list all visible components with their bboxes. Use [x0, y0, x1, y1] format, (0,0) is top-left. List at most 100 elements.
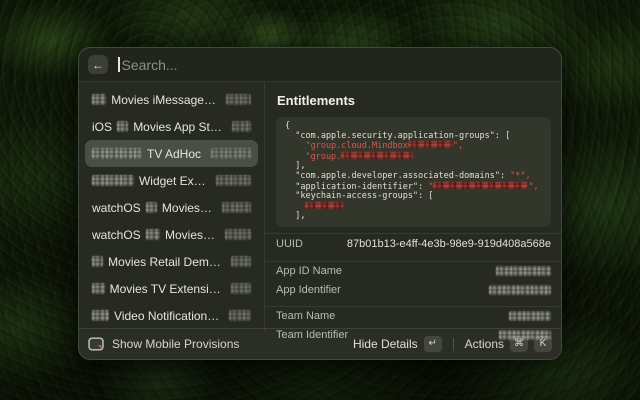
details-panel: Entitlements { "com.apple.security.appli…: [265, 82, 561, 331]
search-bar: ← Search...: [79, 48, 561, 82]
text-caret: [118, 57, 120, 72]
list-item-prefix: iOS: [92, 120, 112, 134]
code-line: ],: [285, 212, 542, 222]
redacted-text: [433, 182, 528, 189]
redacted-text: [117, 121, 128, 132]
extension-label: Show Mobile Provisions: [112, 337, 239, 351]
redacted-text: [341, 152, 413, 159]
code-token: "com.apple.security.application-groups": [285, 131, 495, 141]
arrow-left-icon: ←: [92, 58, 104, 72]
code-line: "keychain-access-groups": [: [285, 192, 542, 202]
code-token: ",: [453, 141, 463, 151]
entitlements-code: { "com.apple.security.application-groups…: [276, 117, 551, 227]
code-token: "com.apple.developer.associated-domains": [285, 171, 500, 181]
redacted-text: [509, 311, 551, 321]
redacted-text: [232, 121, 251, 132]
list-item-label: Video Notification…: [114, 309, 219, 323]
list-item[interactable]: Movies TV Extensi…: [85, 275, 258, 302]
metadata-row: App ID Name: [276, 262, 551, 281]
redacted-text: [211, 148, 251, 159]
back-button[interactable]: ←: [88, 55, 108, 74]
list-item[interactable]: Movies iMessage…: [85, 86, 258, 113]
list-item-label: Movies…: [162, 201, 212, 215]
list-item-label: Movies Retail Dem…: [108, 255, 221, 269]
return-key-icon: ↵: [424, 336, 442, 352]
list-item-label: Widget Ex…: [139, 174, 206, 188]
metadata-value: 87b01b13-e4ff-4e3b-98e9-919d408a568e: [347, 238, 551, 250]
metadata-label: App ID Name: [276, 265, 342, 277]
metadata-label: Team Name: [276, 310, 335, 322]
provision-list: Movies iMessage… iOS Movies App St… TV AdHo…: [79, 82, 264, 331]
command-key-icon: ⌘: [510, 336, 528, 352]
mobile-provisions-icon: [88, 337, 104, 351]
redacted-text: [225, 229, 251, 240]
redacted-text: [146, 202, 157, 213]
code-token: "group.: [285, 152, 341, 162]
list-item[interactable]: watchOS Movies…: [85, 221, 258, 248]
action-bar: Show Mobile Provisions Hide Details ↵ Ac…: [79, 328, 561, 359]
list-item-label: Movies iMessage…: [111, 93, 216, 107]
list-item[interactable]: Widget Ex…: [85, 167, 258, 194]
list-item[interactable]: Video Notification…: [85, 302, 258, 329]
code-line: [285, 202, 542, 213]
code-token: :: [418, 182, 428, 192]
extension-info: Show Mobile Provisions: [88, 337, 353, 351]
redacted-text: [226, 94, 251, 105]
k-key-icon: K: [534, 336, 552, 352]
list-item[interactable]: watchOS Movies…: [85, 194, 258, 221]
list-item-label: Movies TV Extensi…: [110, 282, 221, 296]
redacted-text: [92, 148, 142, 159]
search-input[interactable]: Search...: [122, 57, 178, 73]
list-item-label: Movies App St…: [133, 120, 222, 134]
footer-separator: [453, 338, 454, 351]
code-token: "keychain-access-groups": [285, 191, 418, 201]
code-line: "com.apple.developer.associated-domains"…: [285, 172, 542, 182]
redacted-text: [92, 256, 103, 267]
redacted-text: [146, 229, 160, 240]
actions-button[interactable]: Actions: [465, 337, 504, 351]
list-item[interactable]: iOS Movies App St…: [85, 113, 258, 140]
code-token: ],: [285, 211, 305, 221]
redacted-text: [222, 202, 251, 213]
code-token: : [: [418, 191, 433, 201]
redacted-text: [305, 202, 343, 209]
code-line: "group.cloud.Mindbox ",: [285, 141, 542, 152]
code-token: ],: [285, 161, 305, 171]
redacted-text: [229, 310, 251, 321]
list-item-prefix: watchOS: [92, 228, 141, 242]
list-item[interactable]: Movies Retail Dem…: [85, 248, 258, 275]
code-token: :: [500, 171, 510, 181]
code-token: [285, 202, 305, 212]
code-token: "*",: [510, 171, 530, 181]
code-line: "com.apple.security.application-groups":…: [285, 132, 542, 142]
redacted-text: [408, 141, 453, 148]
list-item[interactable]: TV AdHoc: [85, 140, 258, 167]
code-token: ",: [528, 182, 538, 192]
details-title: Entitlements: [277, 93, 551, 108]
redacted-text: [92, 310, 109, 321]
redacted-text: [92, 283, 105, 294]
redacted-text: [231, 256, 251, 267]
launcher-window: ← Search... Movies iMessage… iOS Movies Ap…: [78, 47, 562, 360]
redacted-text: [92, 94, 106, 105]
code-token: "application-identifier": [285, 182, 418, 192]
redacted-text: [489, 285, 551, 295]
metadata-row: Team Name: [276, 307, 551, 326]
redacted-text: [92, 175, 134, 186]
list-item-label: Movies…: [165, 228, 215, 242]
metadata-label: App Identifier: [276, 284, 341, 296]
code-line: "group.: [285, 152, 542, 163]
code-token: "group.cloud.Mindbox: [285, 141, 408, 151]
redacted-text: [496, 266, 551, 276]
redacted-text: [216, 175, 251, 186]
list-item-label: TV AdHoc: [147, 147, 201, 161]
footer-actions: Hide Details ↵ Actions ⌘ K: [353, 336, 552, 352]
hide-details-button[interactable]: Hide Details: [353, 337, 418, 351]
redacted-text: [231, 283, 251, 294]
code-token: : [: [495, 131, 510, 141]
metadata-row: App Identifier: [276, 281, 551, 300]
list-item-prefix: watchOS: [92, 201, 141, 215]
metadata-label: UUID: [276, 238, 303, 250]
code-token: {: [285, 121, 290, 131]
metadata-row: UUID 87b01b13-e4ff-4e3b-98e9-919d408a568e: [276, 234, 551, 255]
